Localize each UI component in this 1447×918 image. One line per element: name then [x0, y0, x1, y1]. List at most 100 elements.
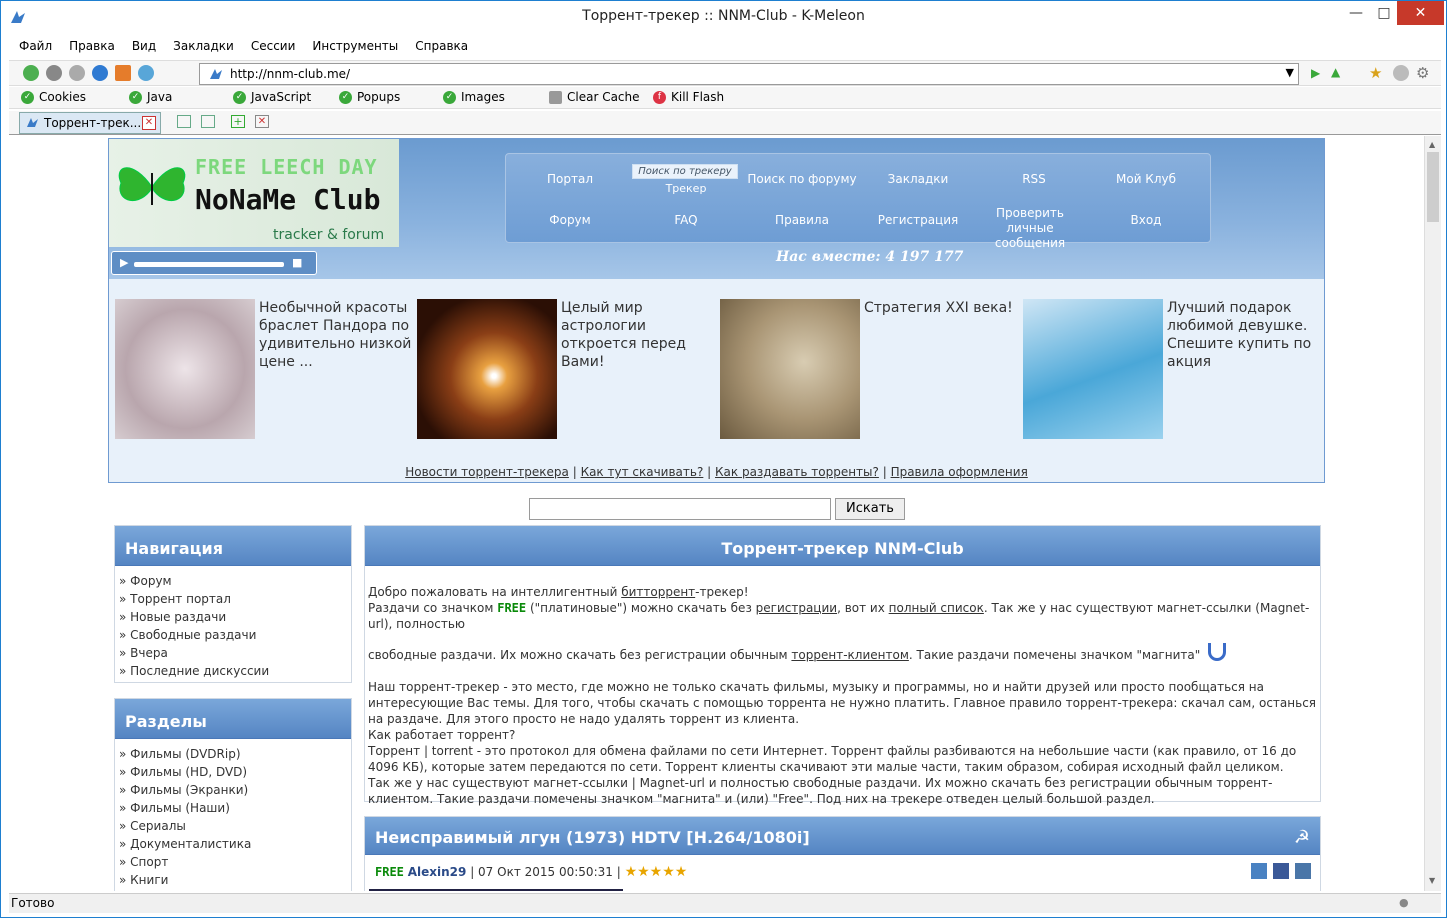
menu-rss[interactable]: RSS [976, 172, 1092, 186]
vertical-scrollbar[interactable]: ▲ ▼ [1424, 136, 1441, 891]
ad-text[interactable]: Лучший подарок любимой девушке. Спешите … [1167, 299, 1323, 371]
sections-panel-title: Разделы [115, 699, 351, 739]
menu-portal[interactable]: Портал [512, 172, 628, 186]
vk-icon[interactable] [1295, 863, 1311, 879]
back-icon[interactable] [23, 65, 39, 81]
tracker-search-input[interactable]: Поиск по трекеру [632, 164, 738, 179]
plugin-javascript[interactable]: ✓ JavaScript [233, 90, 311, 104]
ad-text[interactable]: Необычной красоты браслет Пандора по уди… [259, 299, 415, 371]
facebook-icon[interactable] [1273, 863, 1289, 879]
scroll-up-icon[interactable]: ▲ [1429, 140, 1435, 149]
search-input[interactable] [529, 498, 831, 520]
ad-text[interactable]: Стратегия XXI века! [864, 299, 1020, 317]
tab-list-icon[interactable] [177, 115, 191, 128]
section-item[interactable]: » Фильмы (Экранки) [119, 781, 351, 799]
menu-check-messages[interactable]: Проверить личные сообщения [972, 206, 1088, 251]
link-full-list[interactable]: полный список [889, 601, 984, 615]
scroll-down-icon[interactable]: ▼ [1429, 876, 1435, 885]
menu-forum[interactable]: Форум [512, 213, 628, 227]
section-item[interactable]: » Сериалы [119, 817, 351, 835]
forward-icon[interactable] [46, 65, 62, 81]
nav-item[interactable]: » Вчера [119, 644, 351, 662]
stop-icon[interactable] [69, 65, 85, 81]
plugin-java[interactable]: ✓ Java [129, 90, 172, 104]
chevron-down-icon[interactable]: ▼ [1286, 66, 1294, 79]
menu-forum-search[interactable]: Поиск по форуму [744, 172, 860, 186]
audio-progress-track[interactable] [134, 262, 284, 267]
ad-text[interactable]: Целый мир астрологии откроется перед Вам… [561, 299, 717, 371]
release-title[interactable]: Неисправимый лгун (1973) HDTV [H.264/108… [365, 817, 1320, 855]
menu-edit[interactable]: Правка [59, 36, 122, 53]
ad-image[interactable] [417, 299, 557, 439]
close-button[interactable]: ✕ [1397, 1, 1444, 25]
link-how-download[interactable]: Как тут скачивать? [581, 465, 704, 479]
nav-item[interactable]: » Форум [119, 572, 351, 590]
up-icon[interactable]: ▲ [1331, 65, 1340, 79]
plugin-popups[interactable]: ✓ Popups [339, 90, 400, 104]
minimize-button[interactable]: — [1343, 1, 1369, 25]
play-icon[interactable]: ▶ [120, 256, 128, 269]
ad-image[interactable] [720, 299, 860, 439]
menu-tracker[interactable]: Трекер [628, 182, 744, 195]
section-item[interactable]: » Фильмы (HD, DVD) [119, 763, 351, 781]
section-item[interactable]: » Книги [119, 871, 351, 889]
new-tab-icon[interactable]: + [231, 115, 245, 128]
section-item[interactable]: » Документалистика [119, 835, 351, 853]
menu-register[interactable]: Регистрация [860, 213, 976, 227]
nav-item[interactable]: » Новые раздачи [119, 608, 351, 626]
close-tab-icon[interactable]: ✕ [142, 116, 156, 130]
nav-item[interactable]: » Последние дискуссии [119, 662, 351, 680]
menu-file[interactable]: Файл [9, 36, 59, 53]
link-rules[interactable]: Правила оформления [891, 465, 1028, 479]
home-icon[interactable] [115, 65, 131, 81]
go-icon[interactable]: ▶ [1311, 66, 1320, 80]
volume-icon[interactable]: ■ [292, 256, 302, 269]
link-news[interactable]: Новости торрент-трекера [405, 465, 569, 479]
close-tab-icon[interactable]: ✕ [255, 115, 269, 128]
section-item[interactable]: » Фильмы (DVDRip) [119, 745, 351, 763]
site-logo[interactable]: FREE LEECH DAY NoNaMe Club tracker & for… [109, 139, 399, 247]
ad-image[interactable] [1023, 299, 1163, 439]
free-badge: FREE [497, 601, 527, 615]
menu-bookmarks[interactable]: Закладки [163, 36, 241, 53]
ad-image[interactable] [115, 299, 255, 439]
menu-tools[interactable]: Инструменты [302, 36, 405, 53]
menu-sessions[interactable]: Сессии [241, 36, 303, 53]
section-item[interactable]: » Спорт [119, 853, 351, 871]
history-icon[interactable] [1393, 65, 1409, 81]
address-bar[interactable]: http://nnm-club.me/ ▼ [199, 63, 1299, 85]
link-registration[interactable]: регистрации [756, 601, 837, 615]
twitter-icon[interactable] [1251, 863, 1267, 879]
link-torrent-client[interactable]: торрент-клиентом [791, 648, 908, 662]
menu-faq[interactable]: FAQ [628, 213, 744, 227]
plugin-label: Clear Cache [567, 90, 640, 104]
menu-login[interactable]: Вход [1088, 213, 1204, 227]
menu-view[interactable]: Вид [122, 36, 163, 53]
kill-flash-button[interactable]: f Kill Flash [653, 90, 724, 104]
clear-cache-button[interactable]: Clear Cache [549, 90, 640, 104]
maximize-button[interactable]: □ [1371, 1, 1397, 25]
nav-item[interactable]: » Торрент портал [119, 590, 351, 608]
star-icon[interactable]: ★ [1369, 64, 1382, 82]
menu-my-club[interactable]: Мой Клуб [1088, 172, 1204, 186]
plugin-images[interactable]: ✓ Images [443, 90, 505, 104]
rating-stars: ★★★★★ [624, 864, 688, 880]
link-bittorrent[interactable]: биттоppент [621, 585, 695, 599]
menu-help[interactable]: Справка [405, 36, 475, 53]
nav-item[interactable]: » Свободные раздачи [119, 626, 351, 644]
tab-window-icon[interactable] [201, 115, 215, 128]
reload-icon[interactable] [92, 65, 108, 81]
link-how-seed[interactable]: Как раздавать торренты? [715, 465, 879, 479]
menu-bookmarks[interactable]: Закладки [860, 172, 976, 186]
scrollbar-thumb[interactable] [1427, 152, 1439, 222]
tab-active[interactable]: Торрент-трек... ✕ [19, 112, 161, 134]
globe-icon[interactable] [138, 65, 154, 81]
menu-rules[interactable]: Правила [744, 213, 860, 227]
plugin-cookies[interactable]: ✓ Cookies [21, 90, 86, 104]
release-author[interactable]: Alexin29 [408, 865, 467, 879]
gear-icon[interactable]: ⚙ [1416, 64, 1429, 82]
search-button[interactable]: Искать [835, 498, 905, 520]
check-icon: ✓ [129, 90, 142, 104]
audio-player[interactable]: ▶ ■ [111, 251, 317, 275]
section-item[interactable]: » Фильмы (Наши) [119, 799, 351, 817]
